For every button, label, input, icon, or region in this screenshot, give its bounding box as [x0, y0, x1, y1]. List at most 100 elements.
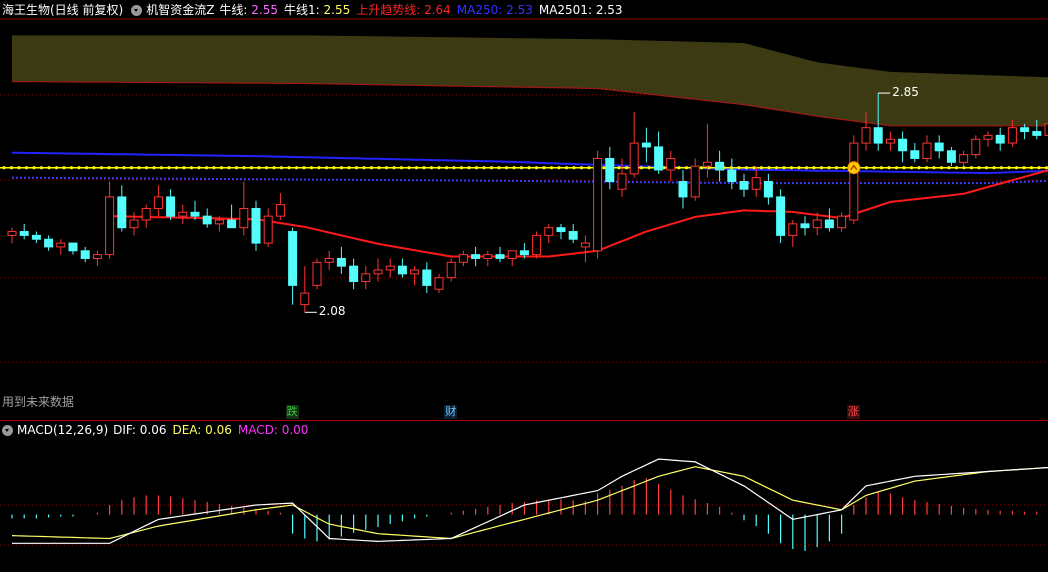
candle-body[interactable]	[422, 269, 432, 286]
candle-body[interactable]	[885, 138, 895, 144]
candle-body[interactable]	[995, 134, 1005, 144]
candle-body[interactable]	[166, 196, 176, 217]
bull-line-dot	[369, 166, 374, 170]
candle-body[interactable]	[983, 134, 993, 140]
candle-body[interactable]	[471, 254, 481, 259]
candle-body[interactable]	[910, 150, 920, 159]
candle-body[interactable]	[385, 265, 395, 271]
candle-body[interactable]	[495, 254, 505, 259]
candle-body[interactable]	[666, 157, 676, 171]
candle-body[interactable]	[702, 161, 712, 167]
signal-marker[interactable]: 涨	[846, 405, 860, 419]
candle-body[interactable]	[178, 211, 188, 217]
candle-body[interactable]	[971, 138, 981, 156]
candle-body[interactable]	[556, 227, 566, 233]
candle-body[interactable]	[568, 231, 578, 240]
candle-body[interactable]	[68, 242, 78, 252]
candle-body[interactable]	[763, 181, 773, 198]
candle-body[interactable]	[19, 231, 29, 236]
candle-body[interactable]	[898, 138, 908, 152]
candle-body[interactable]	[1007, 127, 1017, 144]
candle-body[interactable]	[1020, 127, 1030, 133]
candle-body[interactable]	[92, 254, 102, 259]
candle-body[interactable]	[446, 261, 456, 279]
candle-body[interactable]	[727, 169, 737, 183]
candle-body[interactable]	[483, 254, 493, 259]
candle-body[interactable]	[739, 181, 749, 190]
candle-body[interactable]	[288, 231, 298, 286]
candle-body[interactable]	[629, 142, 639, 175]
candle-body[interactable]	[593, 157, 603, 252]
candle-body[interactable]	[837, 215, 847, 229]
candle-body[interactable]	[654, 146, 664, 171]
signal-marker[interactable]: 跌	[285, 405, 299, 419]
candle-body[interactable]	[141, 207, 151, 221]
candle-body[interactable]	[1032, 131, 1042, 136]
candle-body[interactable]	[105, 196, 115, 256]
candle-body[interactable]	[129, 219, 139, 229]
candle-body[interactable]	[873, 127, 883, 144]
candle-body[interactable]	[312, 261, 322, 286]
candle-body[interactable]	[641, 142, 651, 148]
candle-body[interactable]	[946, 150, 956, 163]
buy-signal-icon[interactable]	[847, 161, 861, 175]
candle-body[interactable]	[324, 257, 334, 263]
signal-marker[interactable]: 财	[444, 405, 458, 419]
indicator-name[interactable]: 机智资金流Z	[146, 1, 214, 19]
candle-body[interactable]	[959, 154, 969, 163]
candle-body[interactable]	[7, 231, 17, 236]
candle-body[interactable]	[788, 223, 798, 236]
candle-body[interactable]	[251, 207, 261, 244]
candle-body[interactable]	[458, 254, 468, 263]
indicator-menu-icon[interactable]	[131, 4, 143, 16]
candle-body[interactable]	[410, 269, 420, 275]
candle-body[interactable]	[214, 219, 224, 225]
candle-body[interactable]	[849, 142, 859, 221]
candle-body[interactable]	[397, 265, 407, 275]
candle-body[interactable]	[617, 173, 627, 190]
candle-body[interactable]	[275, 204, 285, 217]
bull-line-dot	[47, 166, 51, 170]
macd-indicator-name[interactable]: MACD(12,26,9)	[17, 421, 108, 439]
stock-title[interactable]: 海王生物(日线 前复权)	[2, 1, 123, 19]
candle-body[interactable]	[202, 215, 212, 225]
candle-body[interactable]	[361, 273, 371, 283]
candle-body[interactable]	[544, 227, 554, 236]
candle-body[interactable]	[373, 269, 383, 275]
candle-body[interactable]	[44, 238, 54, 248]
candle-body[interactable]	[519, 250, 529, 256]
bull-line-dot	[54, 166, 59, 170]
bull-line-dot	[504, 166, 509, 170]
candle-body[interactable]	[227, 219, 237, 229]
candle-body[interactable]	[300, 292, 310, 306]
candle-body[interactable]	[824, 219, 834, 229]
candle-body[interactable]	[117, 196, 127, 229]
candle-body[interactable]	[800, 223, 810, 229]
candle-body[interactable]	[861, 127, 871, 144]
bull-line-dot	[242, 166, 246, 170]
candle-body[interactable]	[580, 242, 590, 248]
candle-body[interactable]	[751, 177, 761, 190]
candle-body[interactable]	[263, 215, 273, 244]
candle-body[interactable]	[153, 196, 163, 209]
candle-body[interactable]	[239, 207, 249, 229]
candle-body[interactable]	[678, 181, 688, 198]
candle-body[interactable]	[56, 242, 66, 248]
candle-body[interactable]	[349, 265, 359, 283]
candle-body[interactable]	[336, 257, 346, 267]
candle-body[interactable]	[934, 142, 944, 152]
candle-body[interactable]	[190, 211, 200, 217]
candle-body[interactable]	[922, 142, 932, 159]
candle-body[interactable]	[532, 234, 542, 256]
candle-body[interactable]	[776, 196, 786, 236]
candle-body[interactable]	[715, 161, 725, 171]
candle-body[interactable]	[31, 234, 41, 240]
candle-body[interactable]	[434, 277, 444, 290]
macd-menu-icon[interactable]	[2, 424, 13, 436]
candle-body[interactable]	[507, 250, 517, 259]
candle-body[interactable]	[690, 165, 700, 198]
candle-body[interactable]	[80, 250, 90, 259]
candle-body[interactable]	[605, 157, 615, 183]
candle-body[interactable]	[812, 219, 822, 229]
bull-line-dot	[782, 166, 786, 170]
